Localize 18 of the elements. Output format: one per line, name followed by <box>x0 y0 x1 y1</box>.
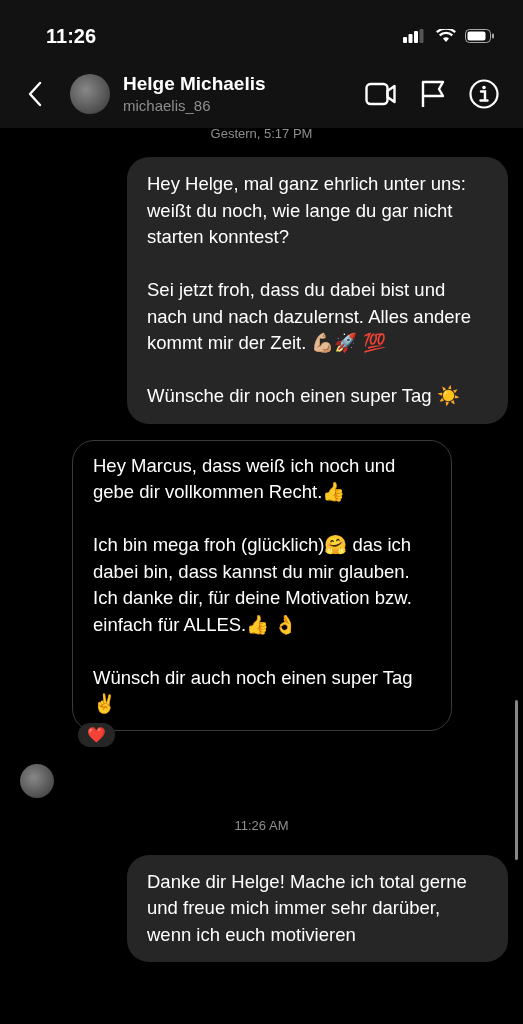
video-camera-icon[interactable] <box>365 81 397 106</box>
flag-icon[interactable] <box>421 79 445 108</box>
avatar-photo-placeholder[interactable] <box>70 73 110 114</box>
status-time: 11:26 <box>46 24 97 48</box>
scrollbar[interactable] <box>515 700 518 860</box>
sent-message-bubble[interactable]: Hey Helge, mal ganz ehrlich unter uns: weißt du noch, wie lange du gar nicht starten konntest? Sei jetzt froh, dass du dabei bist und nach und nach dazulernst. Alles andere kommt mir der Zeit. 💪🏼🚀 💯 Wünsche dir noch einen super Tag ☀ <box>127 157 508 424</box>
avatar-photo-placeholder[interactable] <box>20 763 54 798</box>
message-timestamp: Gestern, 5:17 PM <box>210 126 313 141</box>
sent-message-bubble[interactable]: Danke dir Helge! Mache ich total gerne und freue mich immer sehr darüber, wenn ich euch motivieren <box>127 854 508 962</box>
contact-username: michaelis_86 <box>123 97 212 114</box>
info-icon[interactable] <box>469 78 499 109</box>
contact-name[interactable]: Helge Michaelis <box>123 73 365 95</box>
wifi-icon <box>436 29 456 43</box>
message-timestamp: 11:26 AM <box>234 817 289 833</box>
signal-icon <box>403 29 427 43</box>
reaction-badge[interactable]: ❤ <box>78 722 115 747</box>
battery-icon <box>465 29 495 43</box>
back-icon[interactable] <box>28 80 42 107</box>
